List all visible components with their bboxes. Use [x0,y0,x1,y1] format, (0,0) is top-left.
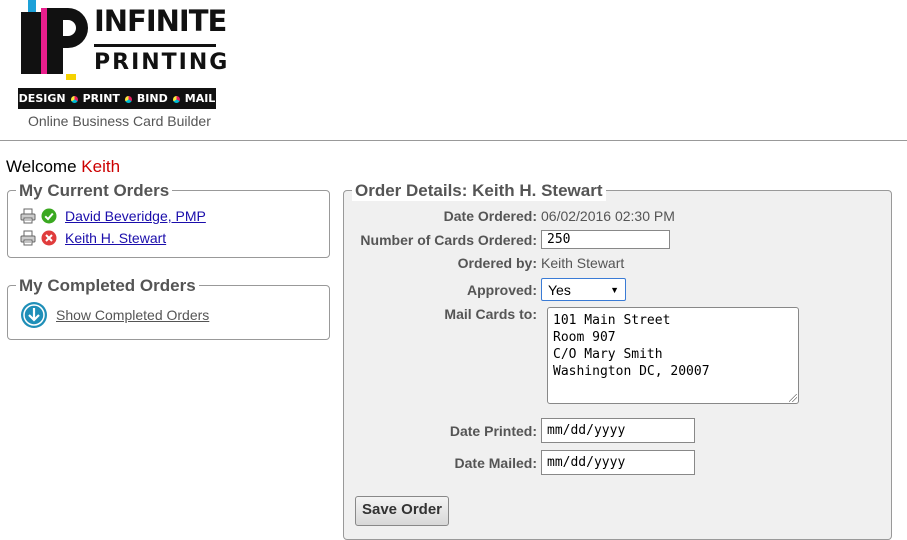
current-orders-panel: My Current Orders David Beveridge, PMP K… [7,181,330,258]
order-details-panel: Order Details: Keith H. Stewart Date Ord… [343,181,892,540]
welcome-user-name: Keith [81,157,121,176]
address-line: 101 Main Street [553,313,671,328]
welcome-message: Welcome Keith [6,157,120,177]
show-completed-orders-link[interactable]: Show Completed Orders [56,307,209,323]
download-circle-icon[interactable] [20,301,48,329]
app-subtitle: Online Business Card Builder [28,113,211,129]
show-completed-control: Show Completed Orders [20,301,209,329]
approved-label: Approved: [467,281,537,298]
address-line: C/O Mary Smith [553,347,663,362]
check-circle-icon [41,208,57,224]
welcome-prefix: Welcome [6,157,77,176]
brand-divider [94,44,216,47]
x-circle-icon [41,230,57,246]
resize-grip-icon[interactable] [789,394,797,402]
date-printed-row: Date Printed: mm/dd/yyyy [344,418,695,443]
completed-orders-legend: My Completed Orders [16,276,199,296]
ordered-by-label: Ordered by: [457,255,537,271]
address-line: Washington DC, 20007 [553,364,710,379]
brand-name-line2: PRINTING [94,50,230,75]
date-ordered-value: 06/02/2016 02:30 PM [541,208,675,224]
tagline-word: DESIGN [18,92,66,105]
brand-name-line1: INFINITE [94,4,227,38]
date-ordered-row: Date Ordered: 06/02/2016 02:30 PM [344,208,675,224]
chevron-down-icon: ▼ [610,284,619,295]
mail-to-row: Mail Cards to: [344,306,541,322]
date-mailed-label: Date Mailed: [454,454,537,471]
address-line: Room 907 [553,330,616,345]
header-divider [0,140,907,141]
date-printed-label: Date Printed: [449,422,537,439]
brand-tagline: DESIGN PRINT BIND MAIL [18,88,216,109]
tagline-word: PRINT [82,92,120,105]
ordered-by-row: Ordered by: Keith Stewart [344,255,625,271]
tagline-word: BIND [136,92,168,105]
company-logo: INFINITE PRINTING DESIGN PRINT BIND MAIL [18,0,227,112]
ordered-by-value: Keith Stewart [541,255,625,271]
order-list-item: Keith H. Stewart [20,230,166,246]
date-mailed-row: Date Mailed: mm/dd/yyyy [344,450,695,475]
mail-to-label: Mail Cards to: [444,306,537,322]
approved-row: Approved: Yes ▼ [344,278,626,301]
order-link-david-beveridge[interactable]: David Beveridge, PMP [65,208,206,224]
printer-icon[interactable] [20,208,36,224]
order-details-legend: Order Details: Keith H. Stewart [352,181,606,201]
date-mailed-input[interactable]: mm/dd/yyyy [541,450,695,475]
mail-to-textarea[interactable]: 101 Main Street Room 907 C/O Mary Smith … [547,307,799,404]
num-cards-label: Number of Cards Ordered: [360,231,537,248]
completed-orders-panel: My Completed Orders Show Completed Order… [7,276,330,340]
num-cards-input[interactable]: 250 [541,230,670,249]
save-order-button[interactable]: Save Order [355,496,449,526]
approved-select[interactable]: Yes ▼ [541,278,626,301]
num-cards-row: Number of Cards Ordered: 250 [344,230,670,249]
date-ordered-label: Date Ordered: [443,208,537,224]
current-orders-legend: My Current Orders [16,181,173,201]
ip-logo-mark [21,0,88,80]
date-printed-input[interactable]: mm/dd/yyyy [541,418,695,443]
order-list-item: David Beveridge, PMP [20,208,206,224]
printer-icon[interactable] [20,230,36,246]
approved-selected-value: Yes [548,281,571,298]
order-link-keith-stewart[interactable]: Keith H. Stewart [65,230,166,246]
tagline-word: MAIL [184,92,216,105]
